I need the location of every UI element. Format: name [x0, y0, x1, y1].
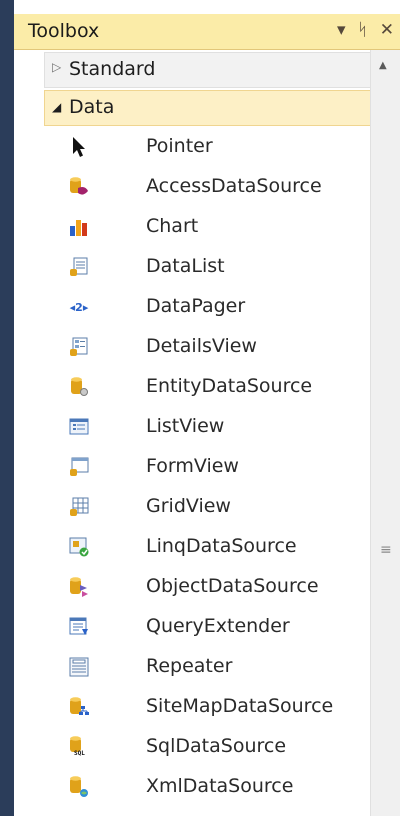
tool-item-sqldatasource[interactable]: SQL SqlDataSource	[44, 728, 384, 768]
datapager-icon-text: ◂2▸	[69, 300, 89, 314]
tool-item-label: AccessDataSource	[146, 175, 322, 197]
gridview-icon	[68, 496, 90, 518]
toolbox-window: Toolbox ▾ ᛋ ✕ ▷ Standard ◢ Data Pointer	[0, 0, 400, 816]
tool-item-label: SqlDataSource	[146, 735, 287, 757]
pin-icon[interactable]: ᛋ	[358, 18, 368, 42]
category-standard[interactable]: ▷ Standard	[44, 52, 384, 88]
tool-item-entitydatasource[interactable]: EntityDataSource	[44, 368, 384, 408]
linq-datasource-icon	[68, 536, 90, 558]
tool-item-label: ListView	[146, 415, 225, 437]
chart-icon	[68, 216, 90, 238]
query-extender-icon	[68, 616, 90, 638]
tool-item-pointer[interactable]: Pointer	[44, 128, 384, 168]
xml-datasource-icon	[68, 776, 90, 798]
expand-arrow-icon: ▷	[52, 60, 62, 74]
category-data-label: Data	[69, 96, 115, 118]
tool-item-label: DataList	[146, 255, 225, 277]
tool-item-datalist[interactable]: DataList	[44, 248, 384, 288]
tool-item-label: EntityDataSource	[146, 375, 313, 397]
tool-item-label: Pointer	[146, 135, 213, 157]
tool-item-repeater[interactable]: Repeater	[44, 648, 384, 688]
sql-badge-text: SQL	[74, 750, 85, 757]
scroll-up-arrow-icon[interactable]: ▲	[379, 60, 387, 71]
formview-icon	[68, 456, 90, 478]
tool-item-label: DetailsView	[146, 335, 257, 357]
object-datasource-icon	[68, 576, 90, 598]
tool-item-datapager[interactable]: ◂2▸ DataPager	[44, 288, 384, 328]
datapager-icon: ◂2▸	[68, 296, 90, 318]
tool-item-label: XmlDataSource	[146, 775, 294, 797]
tool-item-objectdatasource[interactable]: ObjectDataSource	[44, 568, 384, 608]
tool-item-label: ObjectDataSource	[146, 575, 319, 597]
window-left-border	[0, 0, 14, 816]
listview-icon	[68, 416, 90, 438]
scroll-grip-icon[interactable]: ≡	[380, 542, 392, 558]
toolbox-title: Toolbox	[28, 20, 100, 42]
category-data[interactable]: ◢ Data	[44, 90, 384, 126]
tool-item-detailsview[interactable]: DetailsView	[44, 328, 384, 368]
tool-item-label: LinqDataSource	[146, 535, 297, 557]
vertical-scrollbar[interactable]: ▲ ≡	[370, 50, 400, 816]
access-datasource-icon	[68, 176, 90, 198]
tool-item-formview[interactable]: FormView	[44, 448, 384, 488]
repeater-icon	[68, 656, 90, 678]
pointer-icon	[68, 136, 90, 158]
toolbox-titlebar: Toolbox ▾ ᛋ ✕	[14, 14, 400, 50]
datalist-icon	[68, 256, 90, 278]
dropdown-icon[interactable]: ▾	[337, 18, 346, 42]
tool-item-queryextender[interactable]: QueryExtender	[44, 608, 384, 648]
close-icon[interactable]: ✕	[380, 18, 394, 42]
collapse-arrow-icon: ◢	[52, 100, 62, 114]
titlebar-buttons: ▾ ᛋ ✕	[337, 18, 394, 42]
tool-item-label: Chart	[146, 215, 199, 237]
tool-item-sitemapdatasource[interactable]: SiteMapDataSource	[44, 688, 384, 728]
tool-item-label: SiteMapDataSource	[146, 695, 334, 717]
tool-item-label: DataPager	[146, 295, 246, 317]
tool-item-linqdatasource[interactable]: LinqDataSource	[44, 528, 384, 568]
detailsview-icon	[68, 336, 90, 358]
entity-datasource-icon	[68, 376, 90, 398]
tool-item-label: Repeater	[146, 655, 233, 677]
tool-item-label: QueryExtender	[146, 615, 290, 637]
toolbox-content: ▷ Standard ◢ Data Pointer AccessDataSour…	[14, 50, 400, 816]
category-standard-label: Standard	[69, 58, 156, 80]
tool-item-label: FormView	[146, 455, 239, 477]
tool-item-gridview[interactable]: GridView	[44, 488, 384, 528]
tool-item-xmldatasource[interactable]: XmlDataSource	[44, 768, 384, 808]
tool-item-label: GridView	[146, 495, 231, 517]
tool-item-listview[interactable]: ListView	[44, 408, 384, 448]
tool-item-accessdatasource[interactable]: AccessDataSource	[44, 168, 384, 208]
sitemap-datasource-icon	[68, 696, 90, 718]
sql-datasource-icon: SQL	[68, 736, 90, 758]
tool-item-chart[interactable]: Chart	[44, 208, 384, 248]
